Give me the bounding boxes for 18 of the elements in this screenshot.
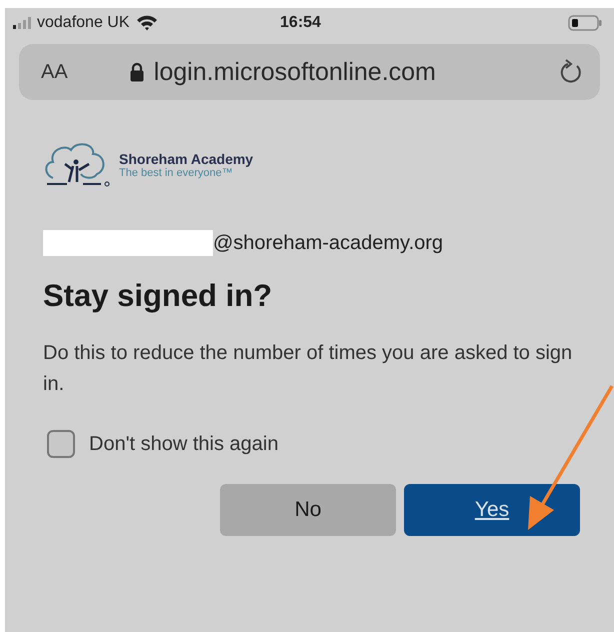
wifi-icon bbox=[136, 15, 158, 31]
text-size-button[interactable]: AA bbox=[41, 60, 68, 84]
carrier-name: vodafone UK bbox=[37, 14, 130, 32]
school-name: Shoreham Academy bbox=[119, 151, 254, 167]
dialog-description: Do this to reduce the number of times you are asked to sign in. bbox=[43, 341, 574, 397]
dialog-title: Stay signed in? bbox=[43, 278, 274, 314]
url-text: login.microsoftonline.com bbox=[154, 58, 436, 86]
school-tagline: The best in everyone™ bbox=[119, 167, 234, 179]
checkbox-label: Don't show this again bbox=[89, 432, 278, 456]
checkbox[interactable] bbox=[47, 430, 75, 458]
yes-button[interactable]: Yes bbox=[404, 484, 580, 536]
account-email: @shoreham-academy.org bbox=[213, 232, 444, 254]
battery-icon bbox=[568, 15, 602, 31]
lock-icon bbox=[130, 62, 144, 82]
address-bar[interactable]: AA login.microsoftonline.com bbox=[19, 44, 600, 100]
no-button[interactable]: No bbox=[220, 484, 396, 536]
signal-icon bbox=[13, 17, 31, 29]
clock-time: 16:54 bbox=[280, 14, 321, 32]
